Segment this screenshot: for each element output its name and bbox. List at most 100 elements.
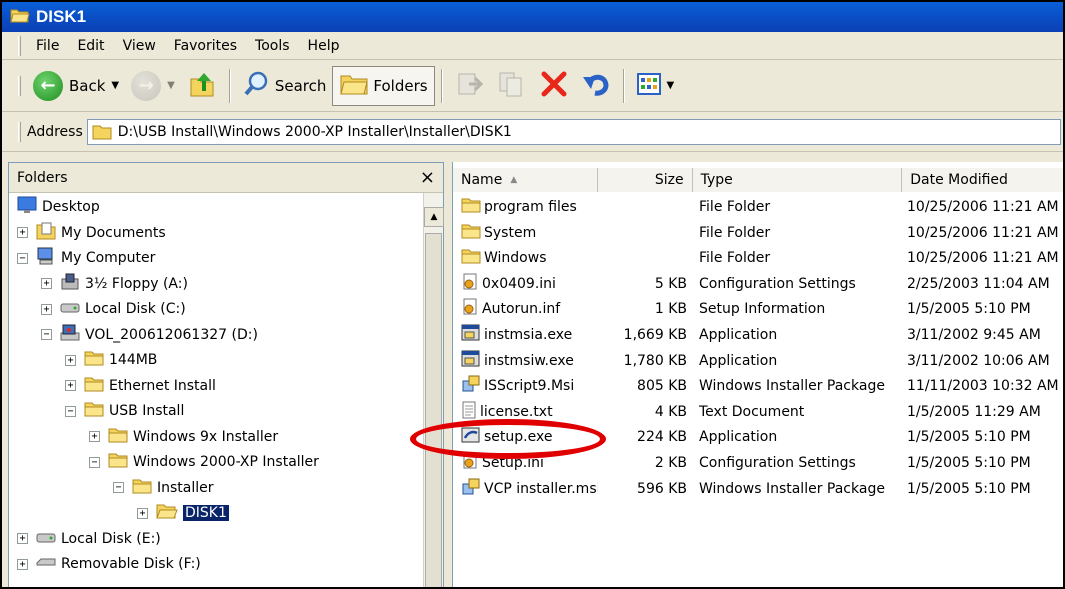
collapse-icon[interactable]: −	[113, 482, 124, 493]
tree-node[interactable]: + Removable Disk (F:)	[17, 552, 201, 576]
column-header-type[interactable]: Type	[692, 168, 903, 192]
menu-help[interactable]: Help	[299, 38, 349, 54]
menu-file[interactable]: File	[27, 38, 68, 54]
file-row[interactable]: System File Folder 10/25/2006 11:21 AM	[453, 220, 1063, 246]
expand-icon[interactable]: +	[41, 303, 52, 315]
file-row[interactable]: ISScript9.Msi 805 KB Windows Installer Pac…	[453, 373, 1063, 399]
file-row[interactable]: Autorun.inf 1 KB Setup Information 1/5/2005…	[453, 296, 1063, 322]
file-date-modified: 11/11/2003 10:32 AM	[907, 378, 1059, 395]
menu-edit[interactable]: Edit	[68, 38, 113, 54]
back-button[interactable]: ← Back ▼	[27, 66, 125, 106]
tree-node[interactable]: + Windows 9x Installer	[89, 425, 278, 449]
file-list: Name ▲ Size Type Date Modified program f…	[452, 162, 1063, 587]
file-row[interactable]: setup.exe 224 KB Application 1/5/2005 5:10 …	[453, 424, 1063, 450]
menu-tools[interactable]: Tools	[246, 38, 299, 54]
file-name-cell: System	[453, 223, 598, 243]
tree-node[interactable]: + Local Disk (C:)	[41, 297, 186, 321]
move-to-button[interactable]	[449, 66, 491, 106]
file-name-cell: instmsiw.exe	[453, 350, 598, 372]
file-row[interactable]: Setup.ini 2 KB Configuration Settings 1/5/2…	[453, 450, 1063, 476]
menu-bar-grip[interactable]	[18, 35, 21, 56]
toolbar-grip[interactable]	[18, 75, 21, 96]
folder-tree[interactable]: Desktop + My Documents − My Computer +3½ Flop…	[9, 193, 419, 587]
close-icon[interactable]: ×	[420, 167, 435, 188]
collapse-icon[interactable]: −	[89, 456, 100, 468]
expand-icon[interactable]: +	[65, 354, 76, 366]
file-name: instmsiw.exe	[484, 352, 574, 369]
settings-file-icon	[461, 273, 479, 295]
search-button[interactable]: Search	[237, 66, 333, 106]
file-type: Configuration Settings	[699, 455, 856, 471]
my-computer-icon	[36, 247, 56, 269]
file-size: 596 KB	[637, 480, 687, 497]
tree-node[interactable]: +144MB	[65, 348, 157, 372]
expand-icon[interactable]: +	[89, 431, 100, 442]
undo-button[interactable]	[575, 66, 617, 106]
list-header: Name ▲ Size Type Date Modified	[453, 168, 1063, 192]
tree-node[interactable]: − USB Install	[65, 399, 184, 423]
file-row[interactable]: license.txt 4 KB Text Document 1/5/2005 11:…	[453, 399, 1063, 425]
expand-icon[interactable]: +	[137, 507, 148, 519]
setup-application-icon	[461, 426, 481, 448]
tree-node-label: My Computer	[61, 250, 156, 266]
file-row[interactable]: instmsia.exe 1,669 KB Application 3/11/2002…	[453, 322, 1063, 348]
title-bar[interactable]: DISK1	[2, 2, 1063, 32]
tree-node[interactable]: + Ethernet Install	[65, 374, 216, 398]
column-header-size[interactable]: Size	[597, 168, 693, 192]
installer-package-icon	[461, 375, 481, 397]
up-folder-button[interactable]	[181, 66, 223, 106]
file-row[interactable]: 0x0409.ini 5 KB Configuration Settings 2/25…	[453, 271, 1063, 297]
file-name-cell: Autorun.inf	[453, 298, 598, 320]
file-date-modified: 10/25/2006 11:21 AM	[907, 199, 1059, 215]
folders-label: Folders	[373, 76, 428, 95]
expand-icon[interactable]: +	[41, 278, 52, 289]
file-row[interactable]: VCP installer.msi 596 KB Windows Installer…	[453, 476, 1063, 502]
window-title: DISK1	[36, 7, 87, 26]
expand-icon[interactable]: +	[17, 227, 28, 238]
tree-node[interactable]: + Local Disk (E:)	[17, 527, 161, 551]
tree-node[interactable]: − My Computer	[17, 246, 155, 270]
open-folder-icon	[10, 7, 30, 27]
scroll-thumb[interactable]	[425, 233, 442, 587]
file-row[interactable]: Windows File Folder 10/25/2006 11:21 AM	[453, 245, 1063, 271]
tree-node[interactable]: Desktop	[17, 195, 100, 219]
expand-icon[interactable]: +	[65, 380, 76, 391]
menu-view[interactable]: View	[114, 38, 165, 54]
expand-icon[interactable]: +	[17, 533, 28, 544]
collapse-icon[interactable]: −	[41, 329, 52, 340]
menu-favorites[interactable]: Favorites	[165, 38, 246, 54]
file-date-modified: 1/5/2005 5:10 PM	[907, 429, 1031, 446]
tree-node[interactable]: − Installer	[113, 476, 214, 500]
expand-icon[interactable]: +	[17, 558, 28, 570]
tree-node[interactable]: − Windows 2000-XP Installer	[89, 450, 319, 474]
address-bar-grip[interactable]	[18, 121, 21, 142]
file-date-modified: 1/5/2005 5:10 PM	[907, 455, 1031, 471]
file-name-cell: setup.exe	[453, 426, 598, 448]
tree-scrollbar[interactable]: ▲	[423, 193, 444, 587]
folder-icon	[461, 197, 481, 217]
tree-node[interactable]: +3½ Floppy (A:)	[41, 272, 188, 296]
tree-node[interactable]: + DISK1	[137, 501, 229, 525]
address-input[interactable]: D:\USB Install\Windows 2000-XP Installer…	[86, 118, 1061, 145]
scroll-up-icon[interactable]: ▲	[424, 207, 444, 227]
delete-button[interactable]	[533, 66, 575, 106]
file-row[interactable]: instmsiw.exe 1,780 KB Application 3/11/2002…	[453, 348, 1063, 374]
column-header-name[interactable]: Name ▲	[453, 168, 598, 192]
collapse-icon[interactable]: −	[65, 405, 76, 417]
file-size: 805 KB	[637, 378, 687, 395]
folders-button[interactable]: Folders	[332, 65, 435, 106]
tree-node[interactable]: − VOL_200612061327 (D:)	[41, 323, 258, 347]
file-type: Windows Installer Package	[699, 480, 885, 497]
text-document-icon	[461, 401, 477, 423]
forward-button[interactable]: → ▼	[125, 66, 181, 106]
tree-node-label: USB Install	[109, 403, 185, 419]
my-documents-icon	[36, 222, 56, 244]
column-header-date-modified[interactable]: Date Modified	[902, 168, 1063, 192]
file-name: setup.exe	[484, 429, 553, 446]
copy-to-button[interactable]	[491, 66, 533, 106]
tree-node-label: My Documents	[61, 224, 166, 241]
collapse-icon[interactable]: −	[17, 252, 28, 264]
views-button[interactable]: ▼	[631, 66, 681, 106]
tree-node[interactable]: + My Documents	[17, 221, 166, 245]
file-row[interactable]: program files File Folder 10/25/2006 11:21…	[453, 194, 1063, 220]
